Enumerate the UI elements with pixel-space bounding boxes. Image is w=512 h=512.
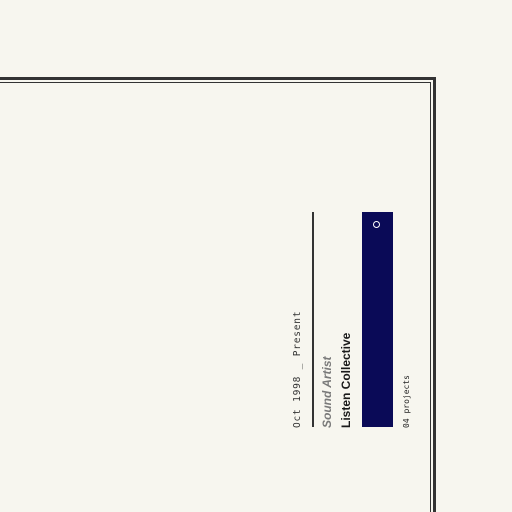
accent-bar [362, 212, 393, 427]
project-count: 04 projects [402, 375, 411, 428]
role-title: Sound Artist [320, 356, 334, 428]
circle-outline-icon [373, 221, 380, 228]
timeline-entry: Oct 1998 _ Present Sound Artist Listen C… [0, 0, 512, 512]
date-range: Oct 1998 _ Present [292, 310, 303, 428]
organization-name: Listen Collective [339, 332, 353, 428]
divider-rule [312, 212, 314, 427]
